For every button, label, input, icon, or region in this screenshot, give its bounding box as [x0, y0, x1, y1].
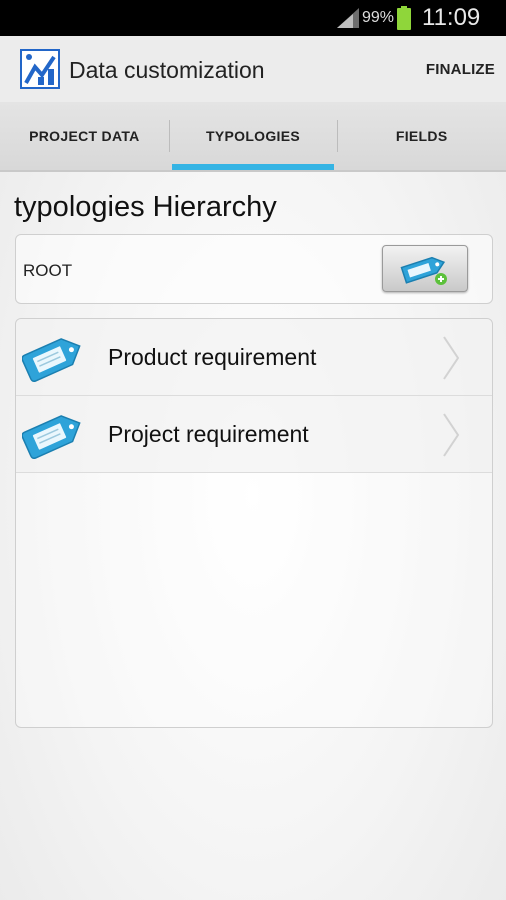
signal-icon [337, 8, 359, 28]
list-item[interactable]: Project requirement [16, 396, 492, 473]
tab-project-data[interactable]: PROJECT DATA [0, 102, 169, 170]
root-label: ROOT [23, 261, 73, 280]
battery-icon [397, 6, 411, 30]
section-title: typologies Hierarchy [14, 191, 277, 223]
finalize-button[interactable]: FINALIZE [426, 61, 495, 78]
chevron-right-icon [443, 336, 460, 380]
add-typology-button[interactable] [382, 245, 468, 292]
tag-add-icon [400, 256, 447, 285]
clock: 11:09 [422, 4, 481, 31]
battery-percent: 99% [362, 9, 395, 26]
tag-icon [22, 338, 81, 383]
tab-typologies[interactable]: TYPOLOGIES [168, 102, 338, 170]
app-logo-icon[interactable] [20, 49, 60, 89]
chevron-right-icon [443, 413, 460, 457]
list-item-label: Project requirement [108, 421, 309, 447]
typology-list: Product requirement Project requirement [15, 318, 493, 728]
root-card: ROOT [15, 234, 493, 304]
tag-icon [22, 415, 81, 460]
list-item-label: Product requirement [108, 344, 317, 370]
list-item[interactable]: Product requirement [16, 319, 492, 396]
tab-bar: PROJECT DATA TYPOLOGIES FIELDS [0, 102, 506, 172]
status-bar: 99% 11:09 [0, 0, 506, 36]
action-bar: Data customization FINALIZE [0, 36, 506, 103]
tab-fields[interactable]: FIELDS [337, 102, 506, 170]
page-title: Data customization [69, 57, 265, 83]
